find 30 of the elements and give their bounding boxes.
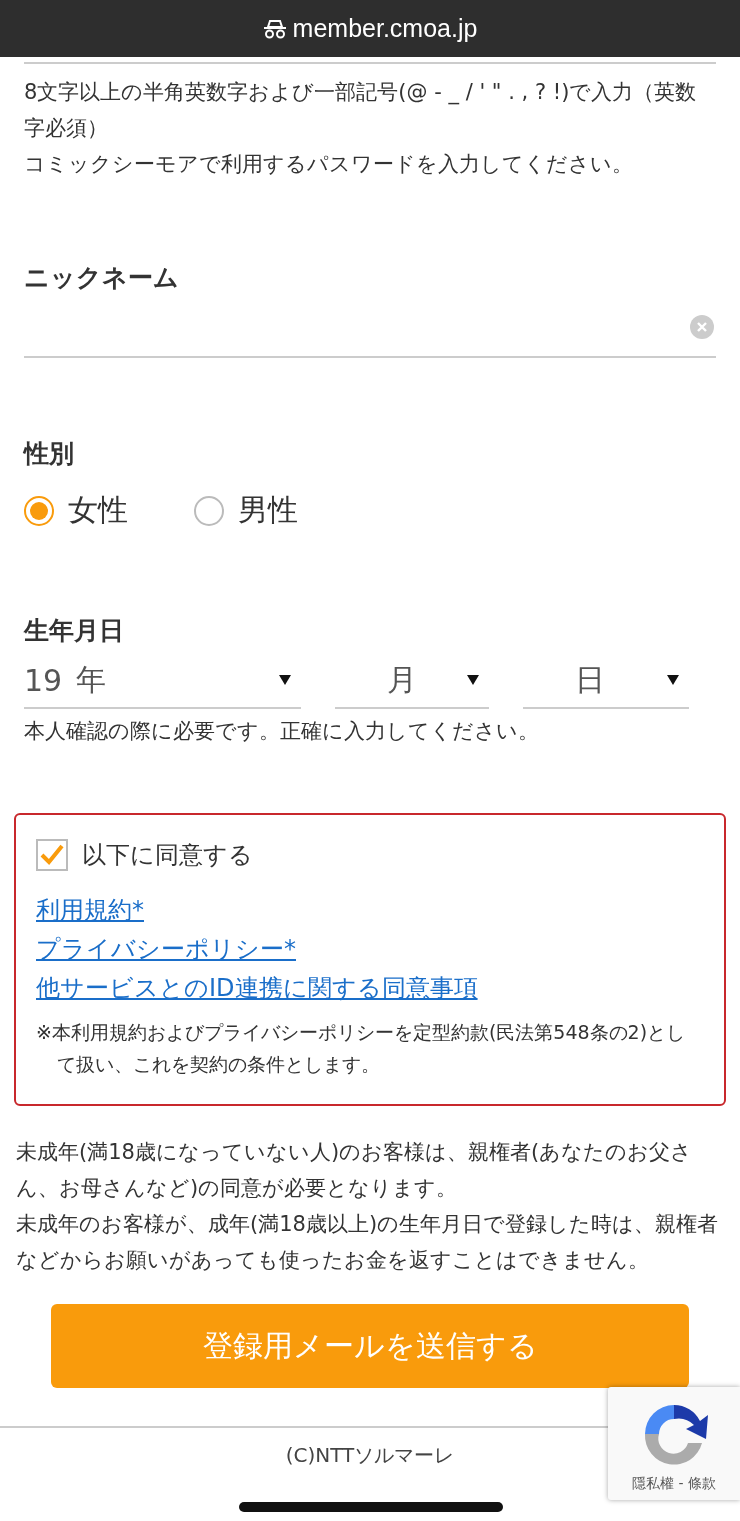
recaptcha-badge[interactable]: 隱私權 - 條款	[608, 1387, 740, 1500]
date-select[interactable]: 19 年	[24, 653, 301, 709]
date-select[interactable]: 日	[523, 653, 689, 709]
terms-link[interactable]: プライバシーポリシー*	[36, 930, 296, 969]
radio-button[interactable]	[194, 495, 224, 526]
incognito-icon	[262, 18, 287, 39]
field-label: ニックネーム	[24, 262, 180, 294]
notice-text: 未成年(満18歳になっていない人)のお客様は、親権者(あなたのお父さん、お母さんなど)の同意が必要となります。	[16, 1139, 694, 1202]
agree-checkbox[interactable]: 以下に同意する	[36, 839, 704, 871]
url-text[interactable]: member.cmoa.jp	[292, 14, 478, 43]
radio-option[interactable]: 女性	[24, 490, 128, 531]
dropdown-caret-icon	[279, 675, 291, 685]
terms-note: ※本利用規約およびプライバシーポリシーを定型約款(民法第548条の2)として扱い、これを契約の条件とします。	[36, 1020, 687, 1077]
privacy-terms-link[interactable]: 隱私權 - 條款	[632, 1475, 716, 1493]
clear-icon[interactable]	[690, 315, 714, 339]
terms-link[interactable]: 他サービスとのID連携に関する同意事項	[36, 969, 478, 1008]
radio-option[interactable]: 男性	[194, 490, 298, 531]
dropdown-caret-icon	[467, 675, 479, 685]
date-select[interactable]: 月	[335, 653, 489, 709]
field-label: 性別	[24, 438, 75, 470]
field-label: 生年月日	[24, 615, 125, 647]
radio-button[interactable]	[24, 495, 54, 526]
dropdown-caret-icon	[667, 675, 679, 685]
checkmark-icon	[39, 843, 65, 867]
copyright-text: (C)NTTソルマーレ	[284, 1442, 456, 1469]
hint-text: 8文字以上の半角英数字および一部記号(@ - _ / ' " . , ? !)で入力（英数字必須）	[24, 79, 698, 142]
hint-text: 本人確認の際に必要です。正確に入力してください。	[24, 718, 540, 745]
hint-text: コミックシーモアで利用するパスワードを入力してください。	[24, 151, 634, 178]
notice-text: 未成年のお客様が、成年(満18歳以上)の生年月日で登録した時は、親権者などからお願いがあっても使ったお金を返すことはできません。	[16, 1211, 720, 1274]
terms-link[interactable]: 利用規約*	[36, 891, 144, 930]
